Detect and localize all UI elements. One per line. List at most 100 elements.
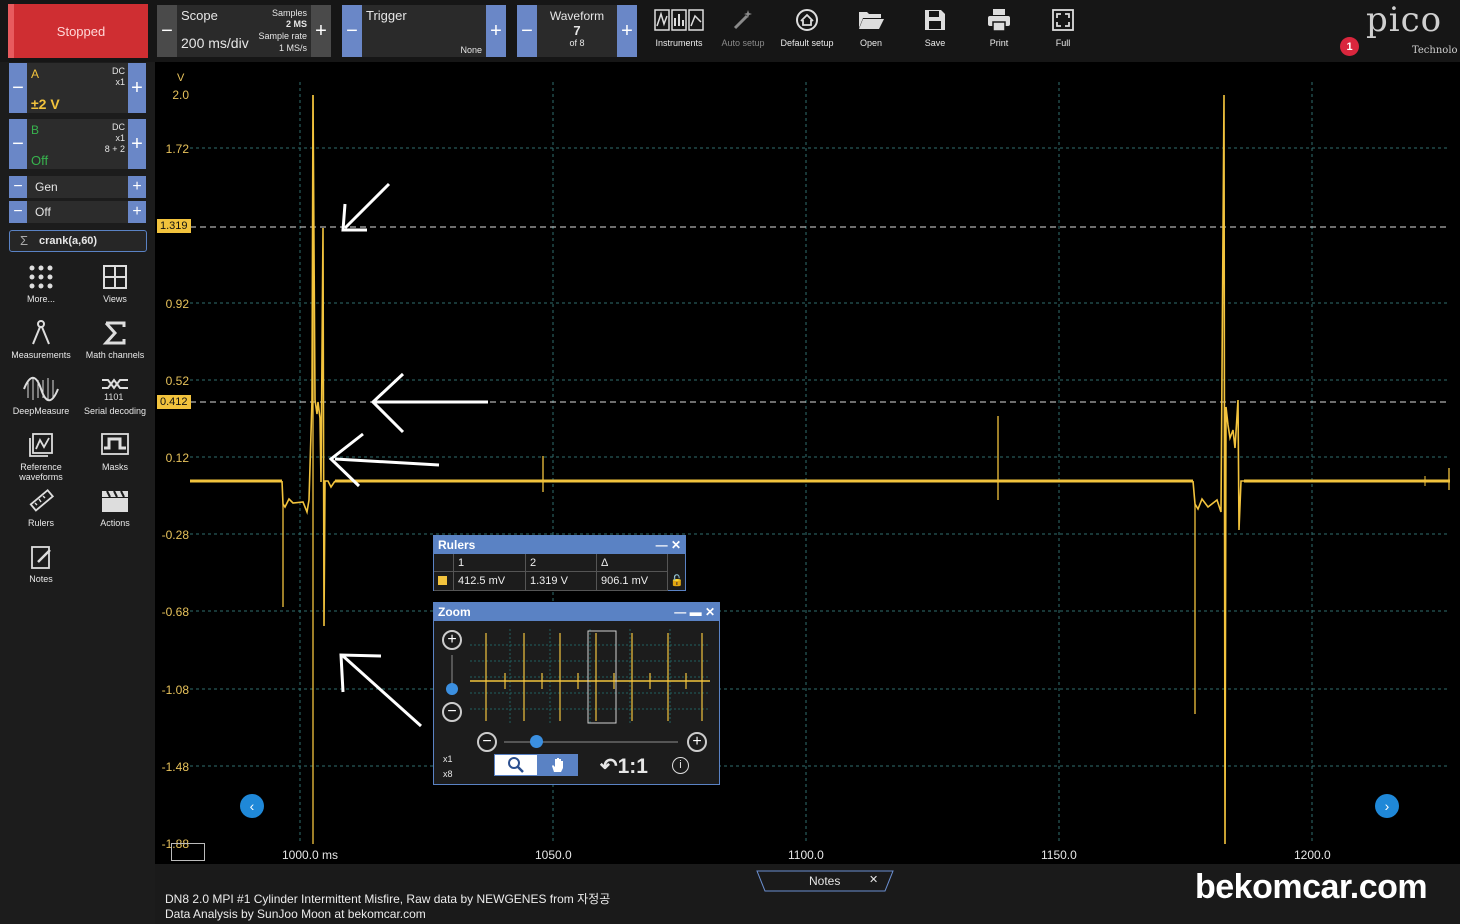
sample-rate-value: 1 MS/s (278, 43, 307, 53)
more-button[interactable]: More... (6, 264, 76, 304)
save-button[interactable]: Save (904, 8, 966, 48)
channel-b-panel[interactable]: B DC x1 8 + 2 Off (27, 119, 128, 169)
horizontal-zoom-out-button[interactable]: − (477, 732, 497, 752)
masks-button[interactable]: Masks (80, 432, 150, 472)
notes-icon (31, 546, 51, 569)
print-button[interactable]: Print (968, 8, 1030, 48)
gen-increase-button[interactable]: + (128, 176, 146, 198)
auto-setup-label: Auto setup (721, 38, 765, 48)
trigger-prev-button[interactable]: − (342, 5, 362, 57)
minimize-icon[interactable]: — (674, 605, 689, 619)
zoom-window[interactable]: Zoom — ▬ ✕ + − − + x1 x8 ↶1:1 i (433, 602, 720, 785)
vertical-zoom-thumb[interactable] (446, 683, 458, 695)
scope-label: Scope (181, 8, 218, 23)
channel-b-decrease-button[interactable]: − (9, 119, 27, 169)
rulers-button[interactable]: Rulers (6, 488, 76, 528)
rulers-header-1: 1 (454, 554, 526, 572)
close-icon[interactable]: ✕ (671, 538, 681, 552)
fullscreen-icon (1052, 9, 1074, 31)
horizontal-zoom-thumb[interactable] (530, 735, 543, 748)
lock-icon[interactable]: 🔓 (670, 574, 684, 587)
channel-a-coupling: DC (112, 66, 125, 76)
pan-tool-button[interactable] (537, 755, 578, 775)
zoom-mode-toggle[interactable] (494, 754, 578, 776)
masks-icon (101, 433, 129, 455)
waveform-next-button[interactable]: + (617, 5, 637, 57)
open-label: Open (859, 38, 883, 48)
ruler-2-marker[interactable]: 0.412 (157, 395, 191, 409)
rulers-header-blank (434, 554, 454, 572)
sigma-large-icon (102, 321, 126, 345)
instruments-button[interactable]: Instruments (648, 8, 710, 48)
timebase-increase-button[interactable]: + (311, 5, 331, 57)
axis-offset-handle[interactable] (171, 843, 205, 861)
notes-tab-close-icon[interactable]: ✕ (869, 873, 878, 886)
close-icon[interactable]: ✕ (705, 605, 715, 619)
magnifier-icon (508, 757, 524, 773)
zoom-y-factor: x8 (443, 769, 453, 779)
notes-button[interactable]: Notes (6, 544, 76, 584)
ruler-delta-value: 906.1 mV (597, 572, 668, 591)
math-channels-button[interactable]: Math channels (80, 320, 150, 360)
rulers-window[interactable]: Rulers — ✕ 1 2 Δ 412.5 mV 1.319 V 906.1 … (433, 535, 686, 591)
channel-a-increase-button[interactable]: + (128, 63, 146, 113)
trigger-next-button[interactable]: + (486, 5, 506, 57)
minimize-icon[interactable]: — (656, 538, 671, 552)
rulers-window-title: Rulers — ✕ (434, 536, 685, 554)
math-channel-chip[interactable]: Σ crank(a,60) (9, 230, 147, 252)
instruments-icon (654, 9, 704, 31)
gen-off-increase-button[interactable]: + (128, 201, 146, 223)
gen-decrease-button[interactable]: − (9, 176, 27, 198)
channel-a-trace (190, 94, 1450, 845)
trigger-panel[interactable]: Trigger None (362, 5, 486, 57)
serial-decoding-button[interactable]: 1101 Serial decoding (80, 376, 150, 416)
channel-b-resolution: 8 + 2 (104, 144, 125, 154)
zoom-reset-button[interactable]: ↶1:1 (600, 754, 648, 779)
full-label: Full (1055, 38, 1071, 48)
measurements-button[interactable]: Measurements (6, 320, 76, 360)
caption-line-1: DN8 2.0 MPI #1 Cylinder Intermittent Mis… (165, 892, 611, 906)
compass-icon (32, 320, 50, 345)
scroll-right-button[interactable]: › (1375, 794, 1399, 818)
waveform-panel[interactable]: Waveform 7 of 8 (537, 5, 617, 57)
x-tick: 1050.0 (535, 848, 572, 862)
scope-view[interactable]: V 2.0 1.72 1.319 0.92 0.52 0.412 0.12 -0… (155, 62, 1460, 864)
waveform-prev-button[interactable]: − (517, 5, 537, 57)
actions-button[interactable]: Actions (80, 488, 150, 528)
reference-waveforms-button[interactable]: Reference waveforms (6, 432, 76, 482)
gen-off-decrease-button[interactable]: − (9, 201, 27, 223)
maximize-icon[interactable]: ▬ (690, 605, 705, 619)
y-tick: -0.68 (161, 605, 189, 619)
deepmeasure-button[interactable]: DeepMeasure (6, 376, 76, 416)
ruler-2-value: 1.319 V (526, 572, 597, 591)
ruler-1-marker[interactable]: 1.319 (157, 219, 191, 233)
timebase-panel[interactable]: Scope 200 ms/div Samples 2 MS Sample rat… (177, 5, 311, 57)
zoom-out-button[interactable]: − (442, 702, 462, 722)
channel-b-increase-button[interactable]: + (128, 119, 146, 169)
trigger-mode: None (460, 45, 482, 55)
notification-badge[interactable]: 1 (1340, 37, 1359, 56)
zoom-in-button[interactable]: + (442, 630, 462, 650)
channel-a-panel[interactable]: A DC x1 ±2 V (27, 63, 128, 113)
zoom-tool-button[interactable] (495, 755, 537, 775)
run-stop-button[interactable]: Stopped (8, 4, 148, 58)
notes-tab[interactable]: Notes (809, 874, 840, 888)
horizontal-zoom-in-button[interactable]: + (687, 732, 707, 752)
chevron-left-icon: ‹ (249, 798, 255, 814)
footer-bar: Notes ✕ DN8 2.0 MPI #1 Cylinder Intermit… (155, 864, 1460, 924)
full-screen-button[interactable]: Full (1032, 8, 1094, 48)
timebase-decrease-button[interactable]: − (157, 5, 177, 57)
info-icon[interactable]: i (672, 757, 689, 774)
views-button[interactable]: Views (80, 264, 150, 304)
waveform-index: 7 (573, 23, 581, 38)
auto-setup-button[interactable]: Auto setup (712, 8, 774, 48)
scroll-left-button[interactable]: ‹ (240, 794, 264, 818)
default-setup-button[interactable]: Default setup (776, 8, 838, 48)
masks-label: Masks (101, 462, 128, 472)
y-tick: 0.12 (165, 451, 189, 465)
open-button[interactable]: Open (840, 8, 902, 48)
channel-a-decrease-button[interactable]: − (9, 63, 27, 113)
waveform-total: of 8 (569, 38, 585, 48)
sigma-icon: Σ (20, 233, 29, 248)
zoom-overview-plot[interactable] (470, 629, 710, 725)
